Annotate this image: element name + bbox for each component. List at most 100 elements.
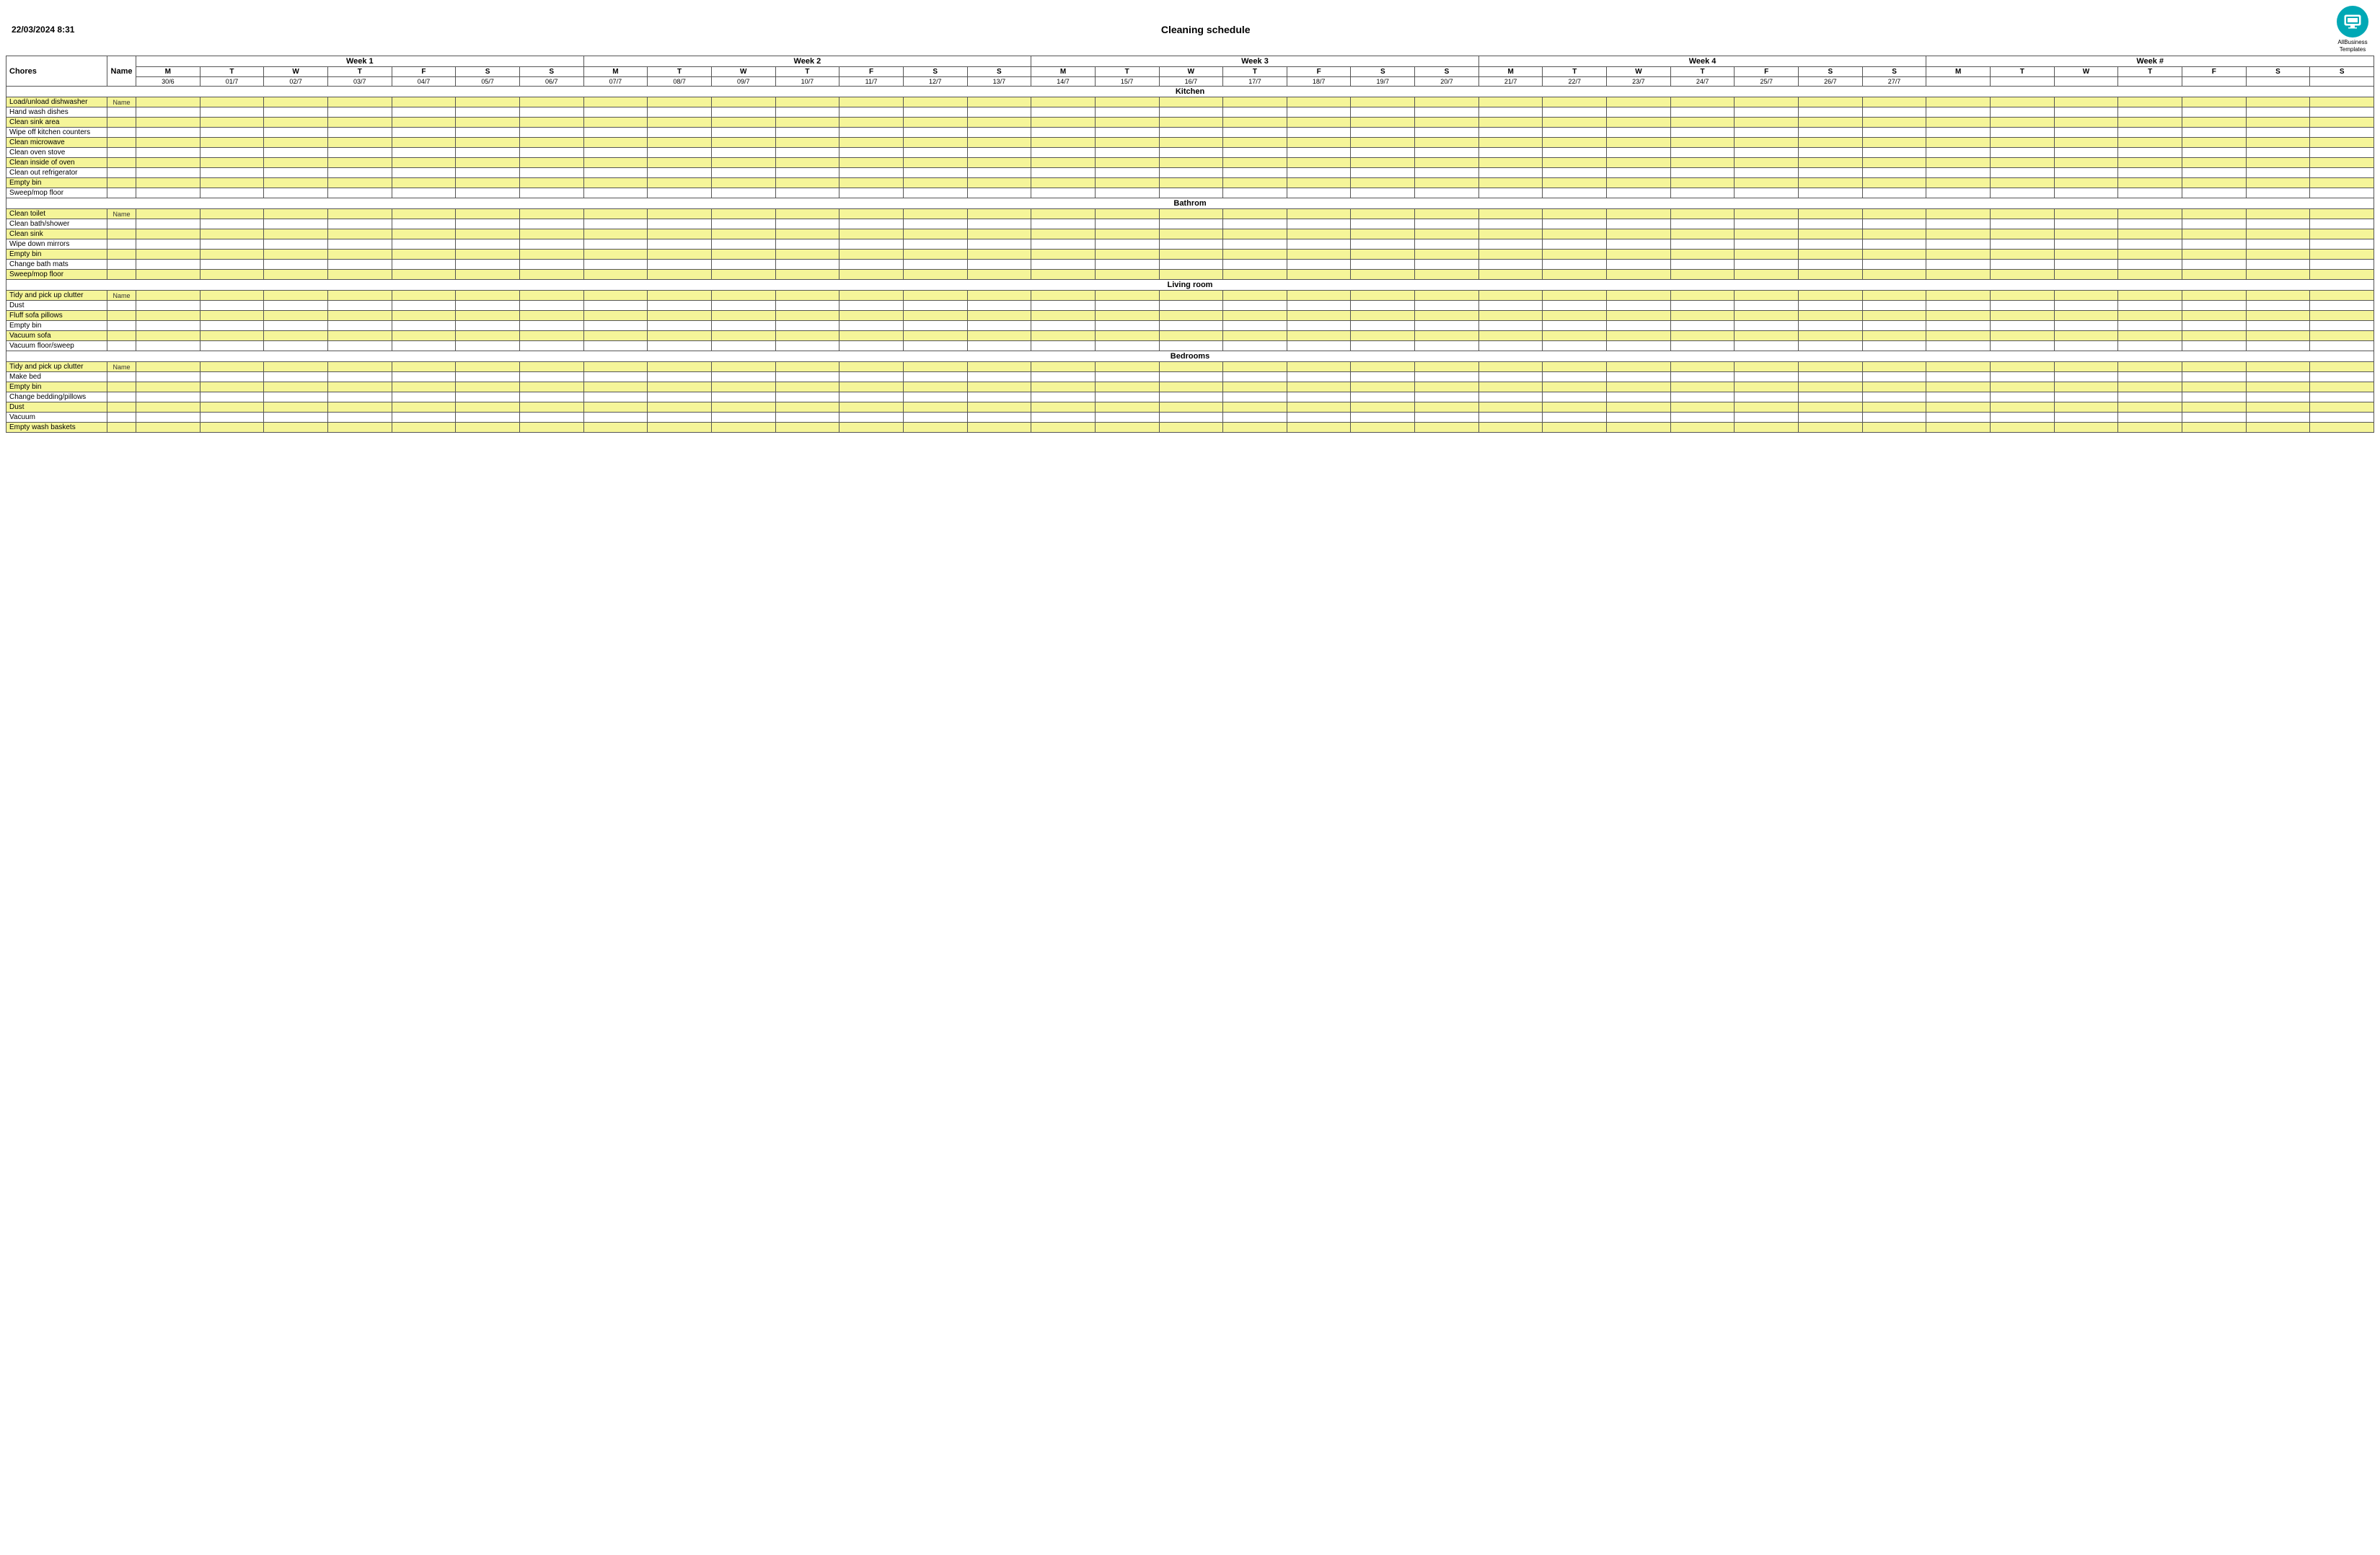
schedule-cell[interactable] (648, 148, 712, 158)
schedule-cell[interactable] (1415, 158, 1479, 168)
schedule-cell[interactable] (1991, 423, 2055, 433)
schedule-cell[interactable] (392, 413, 456, 423)
schedule-cell[interactable] (1799, 158, 1863, 168)
schedule-cell[interactable] (1670, 311, 1735, 321)
schedule-cell[interactable] (1543, 188, 1607, 198)
schedule-cell[interactable] (775, 331, 839, 341)
schedule-cell[interactable] (775, 341, 839, 351)
schedule-cell[interactable] (2182, 392, 2247, 402)
schedule-cell[interactable] (2310, 168, 2374, 178)
schedule-cell[interactable] (775, 321, 839, 331)
schedule-cell[interactable] (648, 209, 712, 219)
schedule-cell[interactable] (392, 301, 456, 311)
schedule-cell[interactable] (967, 260, 1031, 270)
schedule-cell[interactable] (1031, 362, 1096, 372)
schedule-cell[interactable] (2246, 392, 2310, 402)
schedule-cell[interactable] (2118, 341, 2182, 351)
schedule-cell[interactable] (1799, 148, 1863, 158)
schedule-cell[interactable] (1543, 107, 1607, 118)
schedule-cell[interactable] (519, 362, 583, 372)
schedule-cell[interactable] (2246, 128, 2310, 138)
schedule-cell[interactable] (519, 148, 583, 158)
schedule-cell[interactable] (392, 402, 456, 413)
schedule-cell[interactable] (967, 97, 1031, 107)
schedule-cell[interactable] (967, 423, 1031, 433)
schedule-cell[interactable] (967, 382, 1031, 392)
schedule-cell[interactable] (1031, 331, 1096, 341)
schedule-cell[interactable] (1159, 158, 1223, 168)
schedule-cell[interactable] (1031, 138, 1096, 148)
schedule-cell[interactable] (1799, 413, 1863, 423)
schedule-cell[interactable] (1670, 178, 1735, 188)
schedule-cell[interactable] (2118, 291, 2182, 301)
schedule-cell[interactable] (1735, 188, 1799, 198)
schedule-cell[interactable] (136, 128, 200, 138)
schedule-cell[interactable] (1478, 209, 1543, 219)
schedule-cell[interactable] (1991, 402, 2055, 413)
schedule-cell[interactable] (648, 311, 712, 321)
schedule-cell[interactable] (2310, 158, 2374, 168)
schedule-cell[interactable] (1415, 392, 1479, 402)
schedule-cell[interactable] (1735, 158, 1799, 168)
schedule-cell[interactable] (1543, 372, 1607, 382)
schedule-cell[interactable] (1607, 97, 1671, 107)
schedule-cell[interactable] (1159, 402, 1223, 413)
schedule-cell[interactable] (1223, 331, 1287, 341)
schedule-cell[interactable] (1991, 219, 2055, 229)
schedule-cell[interactable] (1287, 118, 1351, 128)
schedule-cell[interactable] (1991, 209, 2055, 219)
schedule-cell[interactable] (1607, 392, 1671, 402)
schedule-cell[interactable] (839, 341, 904, 351)
schedule-cell[interactable] (2182, 270, 2247, 280)
schedule-cell[interactable] (136, 209, 200, 219)
schedule-cell[interactable] (264, 382, 328, 392)
schedule-cell[interactable] (1607, 107, 1671, 118)
schedule-cell[interactable] (1287, 321, 1351, 331)
schedule-cell[interactable] (1735, 107, 1799, 118)
schedule-cell[interactable] (1735, 413, 1799, 423)
schedule-cell[interactable] (775, 382, 839, 392)
schedule-cell[interactable] (136, 168, 200, 178)
schedule-cell[interactable] (200, 260, 264, 270)
schedule-cell[interactable] (1095, 168, 1159, 178)
schedule-cell[interactable] (2310, 270, 2374, 280)
schedule-cell[interactable] (392, 209, 456, 219)
schedule-cell[interactable] (1991, 311, 2055, 321)
schedule-cell[interactable] (1799, 118, 1863, 128)
schedule-cell[interactable] (392, 260, 456, 270)
schedule-cell[interactable] (1799, 128, 1863, 138)
schedule-cell[interactable] (327, 107, 392, 118)
schedule-cell[interactable] (1735, 229, 1799, 239)
schedule-cell[interactable] (1095, 158, 1159, 168)
schedule-cell[interactable] (967, 178, 1031, 188)
schedule-cell[interactable] (1415, 331, 1479, 341)
schedule-cell[interactable] (1415, 301, 1479, 311)
schedule-cell[interactable] (1862, 382, 1926, 392)
schedule-cell[interactable] (519, 107, 583, 118)
schedule-cell[interactable] (519, 158, 583, 168)
schedule-cell[interactable] (1478, 270, 1543, 280)
schedule-cell[interactable] (967, 270, 1031, 280)
schedule-cell[interactable] (2246, 107, 2310, 118)
schedule-cell[interactable] (392, 128, 456, 138)
schedule-cell[interactable] (1223, 260, 1287, 270)
schedule-cell[interactable] (392, 219, 456, 229)
schedule-cell[interactable] (1670, 250, 1735, 260)
schedule-cell[interactable] (2054, 413, 2118, 423)
schedule-cell[interactable] (711, 291, 775, 301)
schedule-cell[interactable] (583, 97, 648, 107)
schedule-cell[interactable] (1991, 107, 2055, 118)
schedule-cell[interactable] (264, 128, 328, 138)
schedule-cell[interactable] (1670, 209, 1735, 219)
schedule-cell[interactable] (327, 321, 392, 331)
schedule-cell[interactable] (1735, 270, 1799, 280)
schedule-cell[interactable] (967, 311, 1031, 321)
schedule-cell[interactable] (456, 118, 520, 128)
schedule-cell[interactable] (648, 219, 712, 229)
schedule-cell[interactable] (1926, 178, 1991, 188)
schedule-cell[interactable] (2246, 260, 2310, 270)
schedule-cell[interactable] (2054, 188, 2118, 198)
schedule-cell[interactable] (1991, 148, 2055, 158)
schedule-cell[interactable] (1031, 158, 1096, 168)
schedule-cell[interactable] (264, 392, 328, 402)
